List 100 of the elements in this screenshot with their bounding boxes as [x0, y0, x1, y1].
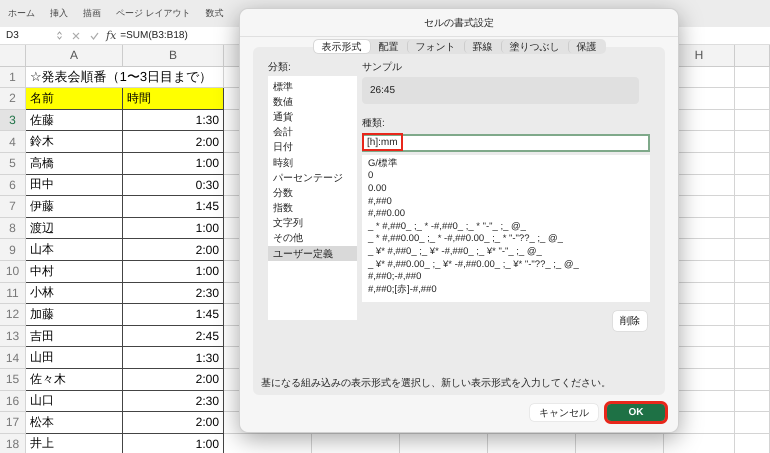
table-cell: 小林 — [26, 282, 123, 304]
format-item[interactable]: #,##0;-#,##0 — [368, 270, 650, 283]
table-cell: 山本 — [26, 239, 123, 261]
table-cell: 1:45 — [123, 196, 224, 218]
table-cell: 加藤 — [26, 304, 123, 326]
empty-cell — [735, 326, 770, 348]
ribbon-tab[interactable]: 挿入 — [50, 5, 68, 22]
category-item[interactable]: 会計 — [268, 124, 357, 140]
row-header[interactable]: 4 — [0, 131, 26, 153]
empty-cell — [735, 174, 770, 196]
table-cell: 高橋 — [26, 152, 123, 175]
ribbon-tab[interactable]: ホーム — [8, 5, 35, 22]
table-cell: 井上 — [26, 434, 123, 453]
table-cell: 田中 — [26, 174, 123, 196]
ribbon-tab[interactable]: 数式 — [206, 5, 224, 22]
cancel-button[interactable]: キャンセル — [530, 404, 598, 421]
dialog-tab[interactable]: 保護 — [568, 40, 604, 53]
table-cell: 2:30 — [123, 282, 224, 304]
dialog-tab[interactable]: 塗りつぶし — [500, 40, 568, 53]
row-header[interactable]: 14 — [0, 347, 26, 369]
table-cell: 2:30 — [123, 390, 224, 412]
table-cell: 山田 — [26, 347, 123, 369]
empty-cell — [735, 390, 770, 412]
category-item[interactable]: その他 — [268, 230, 357, 246]
row-header[interactable]: 7 — [0, 196, 26, 218]
table-cell: 松本 — [26, 412, 123, 434]
empty-cell — [735, 66, 770, 88]
empty-cell — [735, 88, 770, 110]
category-item[interactable]: 日付 — [268, 140, 357, 155]
row-header[interactable]: 11 — [0, 282, 26, 304]
check-icon[interactable] — [90, 32, 99, 40]
row-header[interactable]: 8 — [0, 218, 26, 240]
table-cell: 1:00 — [123, 152, 224, 175]
row-header[interactable]: 12 — [0, 304, 26, 326]
category-item[interactable]: 標準 — [268, 79, 357, 94]
table-cell: 1:00 — [123, 218, 224, 240]
sample-value: 26:45 — [362, 77, 639, 104]
sample-label: サンプル — [362, 60, 403, 74]
row-header[interactable]: 6 — [0, 174, 26, 196]
table-cell: 2:00 — [123, 131, 224, 153]
format-item[interactable]: #,##0 — [368, 194, 650, 208]
category-item[interactable]: 通貨 — [268, 109, 357, 125]
formula-text[interactable]: =SUM(B3:B18) — [120, 30, 188, 41]
table-cell: 山口 — [26, 390, 123, 412]
category-item[interactable]: 分数 — [268, 185, 357, 200]
description-text: 基になる組み込みの表示形式を選択し、新しい表示形式を入力してください。 — [260, 376, 612, 391]
category-item[interactable]: 数値 — [268, 94, 357, 110]
table-cell: 2:45 — [123, 326, 224, 348]
format-item[interactable]: _ * #,##0_ ;_ * -#,##0_ ;_ * "-"_ ;_ @_ — [368, 220, 650, 233]
name-box[interactable]: D3 — [0, 30, 52, 41]
column-header[interactable] — [735, 45, 770, 67]
type-field[interactable]: [h]:mm — [362, 134, 650, 152]
stepper-icon[interactable] — [57, 31, 62, 40]
row-header[interactable]: 16 — [0, 390, 26, 412]
cancel-icon[interactable] — [72, 32, 80, 40]
row-header[interactable]: 17 — [0, 412, 26, 434]
category-item[interactable]: パーセンテージ — [268, 170, 357, 186]
category-item[interactable]: 指数 — [268, 200, 357, 216]
function-button[interactable]: fx — [106, 29, 116, 42]
format-item[interactable]: #,##0.00 — [368, 207, 650, 220]
row-header[interactable]: 13 — [0, 326, 26, 348]
format-item[interactable]: _ ¥* #,##0_ ;_ ¥* -#,##0_ ;_ ¥* "-"_ ;_ @_ — [368, 245, 650, 258]
type-label: 種類: — [362, 116, 386, 130]
row-header[interactable]: 2 — [0, 88, 26, 110]
row-header[interactable]: 18 — [0, 434, 26, 453]
category-item[interactable]: 時刻 — [268, 154, 357, 170]
empty-cell — [735, 110, 770, 132]
table-cell: 1:00 — [123, 260, 224, 283]
column-label-cell: 時間 — [123, 88, 224, 110]
empty-cell — [735, 260, 770, 283]
format-item[interactable]: G/標準 — [368, 157, 650, 170]
ok-button[interactable]: OK — [607, 404, 665, 421]
format-item[interactable]: _ ¥* #,##0.00_ ;_ ¥* -#,##0.00_ ;_ ¥* "-"??_ ;_ @_ — [368, 258, 650, 270]
row-header[interactable]: 10 — [0, 260, 26, 283]
ribbon-tab[interactable]: ページ レイアウト — [116, 5, 191, 22]
row-header[interactable]: 1 — [0, 66, 26, 88]
format-item[interactable]: #,##0;[赤]-#,##0 — [368, 282, 650, 296]
format-item[interactable]: 0 — [368, 170, 650, 182]
ribbon-tab[interactable]: 描画 — [83, 5, 101, 22]
category-item[interactable]: 文字列 — [268, 216, 357, 231]
row-header[interactable]: 9 — [0, 239, 26, 261]
category-item[interactable]: ユーザー定義 — [268, 246, 357, 262]
column-header[interactable]: B — [123, 45, 224, 67]
dialog-tab[interactable]: 配置 — [370, 40, 406, 53]
format-item[interactable]: 0.00 — [368, 182, 650, 195]
table-cell: 2:00 — [123, 412, 224, 434]
column-header[interactable]: A — [26, 45, 123, 67]
select-all-corner[interactable] — [0, 45, 26, 67]
dialog-tab[interactable]: フォント — [406, 40, 464, 53]
empty-cell — [735, 304, 770, 326]
row-header[interactable]: 5 — [0, 152, 26, 175]
row-header[interactable]: 3 — [0, 110, 26, 132]
empty-cell — [735, 368, 770, 390]
format-item[interactable]: _ * #,##0.00_ ;_ * -#,##0.00_ ;_ * "-"??_ ;_ @_ — [368, 232, 650, 246]
row-header[interactable]: 15 — [0, 368, 26, 390]
dialog-tab[interactable]: 表示形式 — [314, 40, 370, 53]
dialog-tab[interactable]: 罫線 — [464, 40, 500, 53]
table-cell: 渡辺 — [26, 218, 123, 240]
table-cell: 1:30 — [123, 110, 224, 132]
delete-button[interactable]: 削除 — [613, 311, 647, 331]
